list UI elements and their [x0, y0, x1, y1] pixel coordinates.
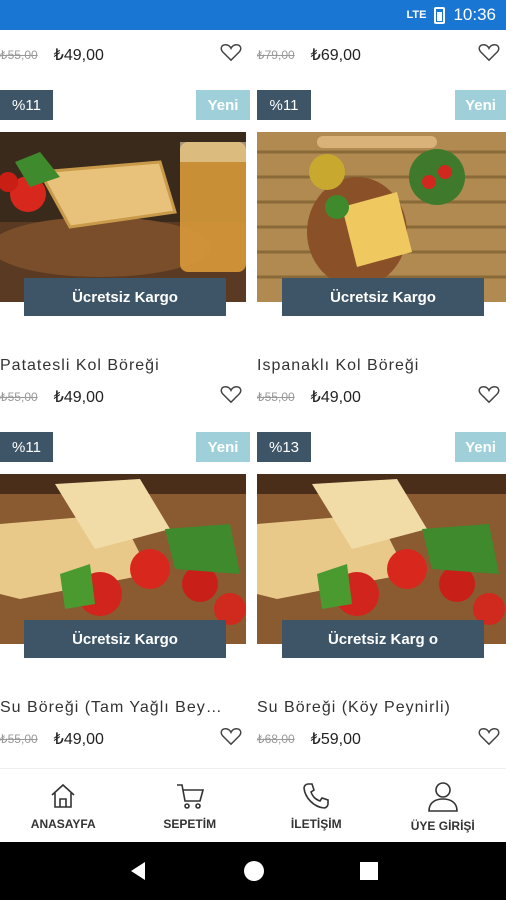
discount-badge: %11: [0, 90, 53, 120]
price: ₺49,00: [310, 389, 361, 406]
clock: 10:36: [453, 5, 496, 24]
price-row: ₺68,00 ₺59,00: [257, 724, 361, 754]
home-icon: [51, 783, 75, 808]
cart-icon: [176, 783, 204, 809]
price: ₺49,00: [53, 47, 104, 64]
system-nav-bar: [0, 842, 506, 900]
price-row: ₺79,00 ₺69,00: [257, 40, 361, 70]
heart-icon[interactable]: [478, 42, 500, 62]
discount-badge: %13: [257, 432, 311, 462]
product-title[interactable]: Su Böreği (Tam Yağlı Bey…: [0, 699, 240, 717]
product-image[interactable]: [0, 132, 246, 302]
recents-icon[interactable]: [359, 861, 379, 881]
price: ₺49,00: [53, 389, 104, 406]
new-badge: Yeni: [196, 432, 250, 462]
tab-login[interactable]: ÜYE GİRİŞİ: [380, 769, 506, 842]
back-icon[interactable]: [127, 860, 149, 882]
old-price: ₺55,00: [0, 732, 38, 746]
tab-home[interactable]: ANASAYFA: [0, 769, 127, 842]
free-shipping-label: Ücretsiz Kargo: [24, 620, 226, 658]
price: ₺69,00: [310, 47, 361, 64]
product-title[interactable]: Patatesli Kol Böreği: [0, 357, 240, 375]
heart-icon[interactable]: [478, 384, 500, 404]
product-title[interactable]: Su Böreği (Köy Peynirli): [257, 699, 502, 717]
home-button-icon[interactable]: [243, 860, 265, 882]
signal-indicator: LTE: [406, 9, 427, 21]
free-shipping-label: Ücretsiz Kargo: [24, 278, 226, 316]
free-shipping-label: Ücretsiz Kargo: [282, 278, 484, 316]
product-image[interactable]: [0, 474, 246, 644]
user-icon: [427, 781, 458, 812]
new-badge: Yeni: [455, 90, 506, 120]
price-row: ₺55,00 ₺49,00: [0, 40, 104, 70]
product-image[interactable]: [257, 132, 506, 302]
tab-cart[interactable]: SEPETİM: [127, 769, 254, 842]
product-title[interactable]: Ispanaklı Kol Böreği: [257, 357, 502, 375]
heart-icon[interactable]: [478, 726, 500, 746]
heart-icon[interactable]: [220, 726, 242, 746]
price-row: ₺55,00 ₺49,00: [0, 724, 104, 754]
new-badge: Yeni: [455, 432, 506, 462]
discount-badge: %11: [257, 90, 311, 120]
old-price: ₺68,00: [257, 732, 295, 746]
price: ₺49,00: [53, 731, 104, 748]
price: ₺59,00: [310, 731, 361, 748]
tab-contact[interactable]: İLETİŞİM: [253, 769, 380, 842]
tab-label: İLETİŞİM: [290, 816, 342, 831]
phone-icon: [303, 782, 330, 809]
product-grid: ₺55,00 ₺49,00 ₺79,00 ₺69,00 %11 Yeni Ücr: [0, 30, 506, 768]
heart-icon[interactable]: [220, 42, 242, 62]
discount-badge: %11: [0, 432, 53, 462]
battery-icon: [434, 6, 446, 24]
heart-icon[interactable]: [220, 384, 242, 404]
price-row: ₺55,00 ₺49,00: [257, 382, 361, 412]
old-price: ₺55,00: [257, 390, 295, 404]
old-price: ₺55,00: [0, 390, 38, 404]
price-row: ₺55,00 ₺49,00: [0, 382, 104, 412]
new-badge: Yeni: [196, 90, 250, 120]
product-image[interactable]: [257, 474, 506, 644]
tab-label: ANASAYFA: [30, 816, 96, 831]
free-shipping-label: Ücretsiz Karg o: [282, 620, 484, 658]
old-price: ₺55,00: [0, 48, 38, 62]
status-bar: LTE 10:36: [0, 0, 506, 30]
bottom-tab-bar: ANASAYFA SEPETİM İLETİŞİM ÜYE GİRİŞİ: [0, 768, 506, 842]
tab-label: SEPETİM: [163, 816, 217, 831]
old-price: ₺79,00: [257, 48, 295, 62]
tab-label: ÜYE GİRİŞİ: [410, 818, 475, 833]
